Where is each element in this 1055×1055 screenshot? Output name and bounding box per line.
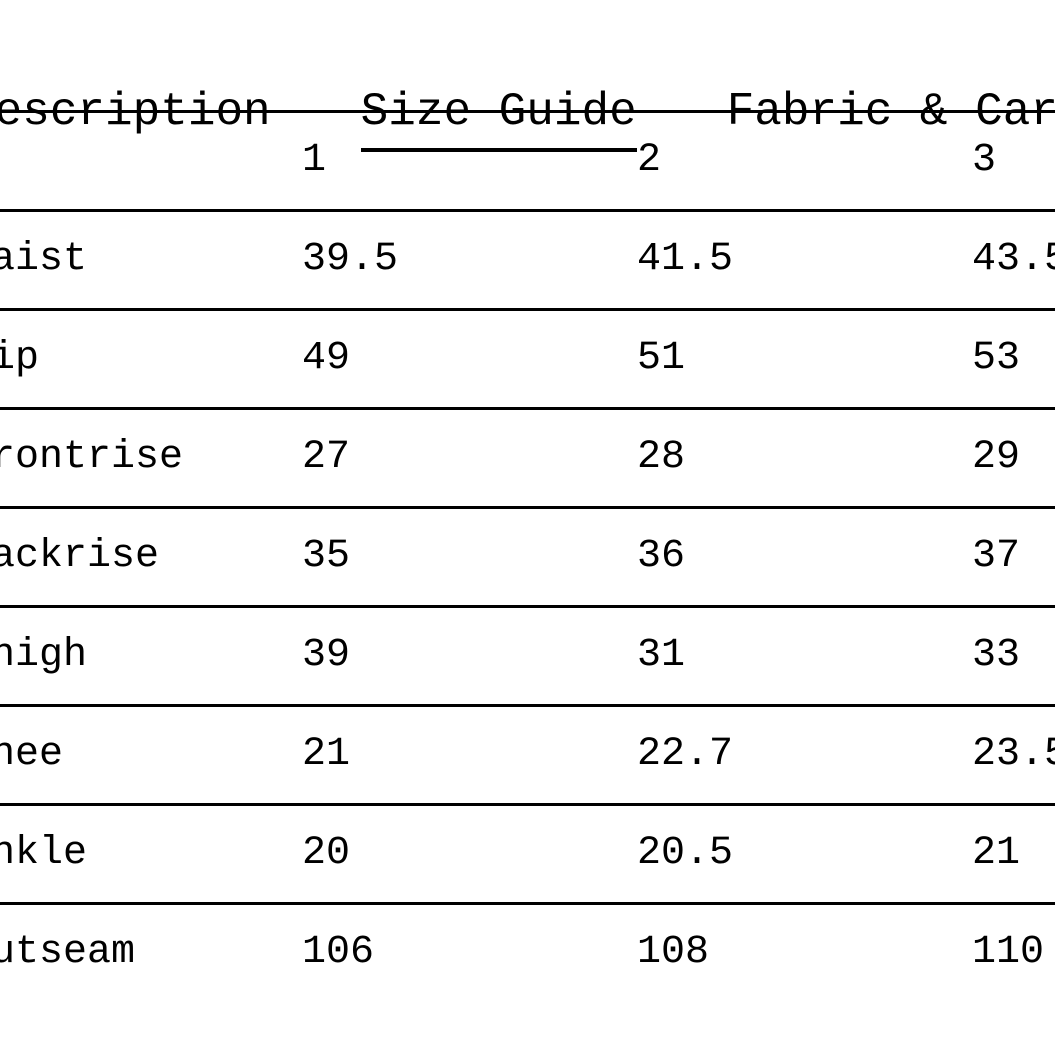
cell-thigh-3: 33: [972, 605, 1055, 706]
cell-thigh-1: 39: [302, 605, 637, 706]
cell-waist-3: 43.5: [972, 209, 1055, 310]
row-label-knee: Knee: [0, 704, 302, 805]
size-guide-table: 1 2 3 Waist 39.5 41.5 43.5 Hip 49 51 53: [0, 110, 1055, 1001]
cell-hip-2: 51: [637, 308, 972, 409]
row-label-hip: Hip: [0, 308, 302, 409]
product-tabs: Description Size Guide Fabric & Care: [0, 0, 1055, 152]
tab-size-guide[interactable]: Size Guide: [360, 86, 637, 152]
table-row: Frontrise 27 28 29: [0, 407, 1055, 508]
page-viewport: DescriptionSize GuideFabric & Care 1 2 3: [0, 0, 1055, 1055]
cell-knee-1: 21: [302, 704, 637, 805]
cell-outseam-2: 108: [637, 902, 972, 1001]
cell-knee-2: 22.7: [637, 704, 972, 805]
cell-hip-1: 49: [302, 308, 637, 409]
cell-thigh-2: 31: [637, 605, 972, 706]
cell-outseam-1: 106: [302, 902, 637, 1001]
size-guide-table-body: Waist 39.5 41.5 43.5 Hip 49 51 53 Frontr…: [0, 209, 1055, 1001]
row-label-backrise: Backrise: [0, 506, 302, 607]
tab-fabric-and-care[interactable]: Fabric & Care: [727, 86, 1055, 152]
table-row: Knee 21 22.7 23.5: [0, 704, 1055, 805]
table-row: Hip 49 51 53: [0, 308, 1055, 409]
table-row: Backrise 35 36 37: [0, 506, 1055, 607]
cell-waist-1: 39.5: [302, 209, 637, 310]
table-row: Ankle 20 20.5 21: [0, 803, 1055, 904]
row-label-outseam: Outseam: [0, 902, 302, 1001]
cell-knee-3: 23.5: [972, 704, 1055, 805]
table-row: Thigh 39 31 33: [0, 605, 1055, 706]
row-label-thigh: Thigh: [0, 605, 302, 706]
row-label-frontrise: Frontrise: [0, 407, 302, 508]
cell-backrise-1: 35: [302, 506, 637, 607]
product-details-panel: DescriptionSize GuideFabric & Care 1 2 3: [0, 0, 1055, 1001]
row-label-ankle: Ankle: [0, 803, 302, 904]
cell-hip-3: 53: [972, 308, 1055, 409]
cell-ankle-1: 20: [302, 803, 637, 904]
cell-frontrise-3: 29: [972, 407, 1055, 508]
cell-ankle-2: 20.5: [637, 803, 972, 904]
cell-ankle-3: 21: [972, 803, 1055, 904]
cell-outseam-3: 110: [972, 902, 1055, 1001]
table-row: Outseam 106 108 110: [0, 902, 1055, 1001]
cell-backrise-3: 37: [972, 506, 1055, 607]
cell-frontrise-1: 27: [302, 407, 637, 508]
tab-description[interactable]: Description: [0, 86, 271, 152]
table-row: Waist 39.5 41.5 43.5: [0, 209, 1055, 310]
cell-backrise-2: 36: [637, 506, 972, 607]
cell-waist-2: 41.5: [637, 209, 972, 310]
cell-frontrise-2: 28: [637, 407, 972, 508]
row-label-waist: Waist: [0, 209, 302, 310]
